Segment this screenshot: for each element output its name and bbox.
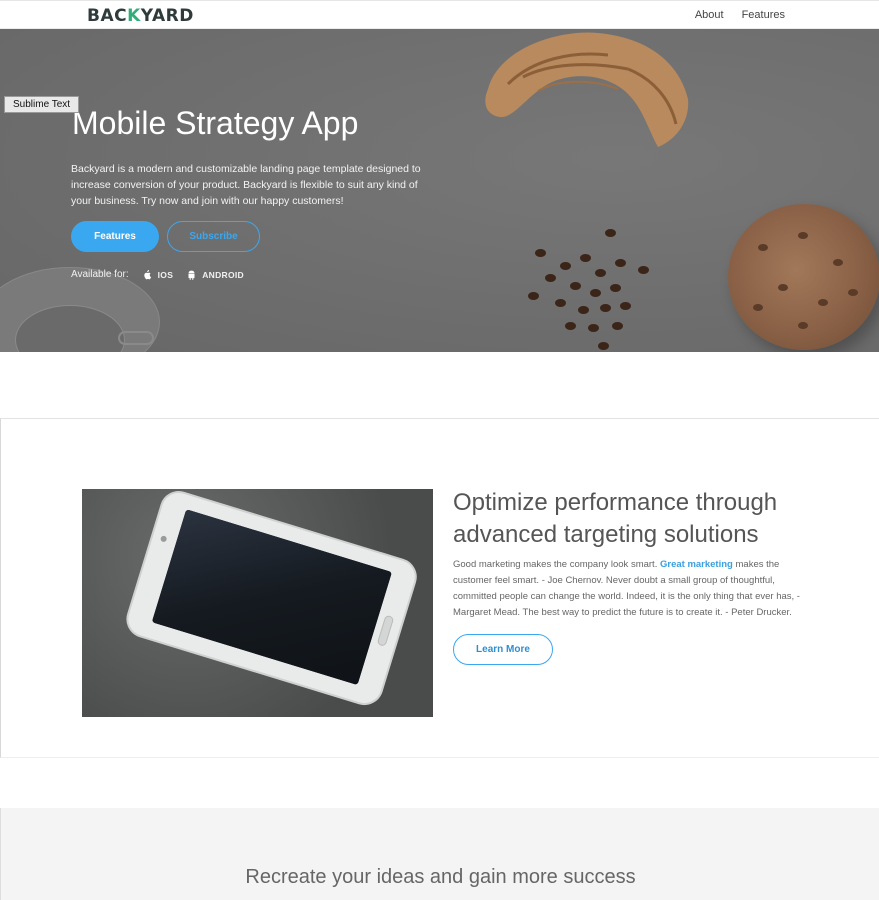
platform-ios[interactable]: IOS: [143, 269, 174, 280]
logo-text-1: BAC: [87, 6, 128, 26]
hero-section: Mobile Strategy App Backyard is a modern…: [0, 29, 879, 352]
available-platforms: Available for: IOS ANDROID: [71, 269, 244, 280]
sublime-text-tooltip: Sublime Text: [4, 96, 80, 113]
apple-icon: [143, 269, 151, 279]
croissant-image: [485, 32, 689, 147]
hero-title: Mobile Strategy App: [72, 105, 359, 141]
top-navbar: BACKYARD About Features: [0, 0, 879, 29]
logo-text-3: YARD: [140, 6, 194, 26]
ideas-section-title: Recreate your ideas and gain more succes…: [245, 866, 636, 888]
learn-more-button[interactable]: Learn More: [453, 634, 553, 665]
platform-android[interactable]: ANDROID: [187, 270, 244, 280]
cup-handle: [118, 331, 154, 345]
available-label: Available for:: [71, 269, 129, 280]
coffee-beans-image: [520, 224, 660, 352]
nav-links: About Features: [695, 9, 785, 21]
feature-title: Optimize performance through advanced ta…: [453, 489, 778, 548]
feature-text-highlight: Great marketing: [659, 559, 733, 570]
logo-text-2: K: [127, 6, 141, 26]
android-icon: [188, 270, 195, 280]
features-button[interactable]: Features: [71, 221, 159, 252]
cookie-image: [728, 204, 879, 350]
subscribe-button[interactable]: Subscribe: [167, 221, 260, 252]
nav-link-about[interactable]: About: [695, 9, 724, 21]
feature-text: Good marketing makes the company look sm…: [453, 557, 808, 621]
smartphone-image: [82, 489, 433, 717]
landing-page: BACKYARD About Features Mobile Strategy …: [0, 0, 879, 900]
platform-ios-label: IOS: [157, 269, 174, 280]
feature-section: Optimize performance through advanced ta…: [0, 418, 879, 758]
logo[interactable]: BACKYARD: [87, 6, 194, 26]
feature-text-start: Good marketing makes the company look sm…: [453, 559, 660, 570]
hero-description: Backyard is a modern and customizable la…: [71, 163, 421, 207]
nav-link-features[interactable]: Features: [742, 9, 785, 21]
platform-android-label: ANDROID: [202, 269, 244, 280]
ideas-section: Recreate your ideas and gain more succes…: [0, 808, 879, 900]
